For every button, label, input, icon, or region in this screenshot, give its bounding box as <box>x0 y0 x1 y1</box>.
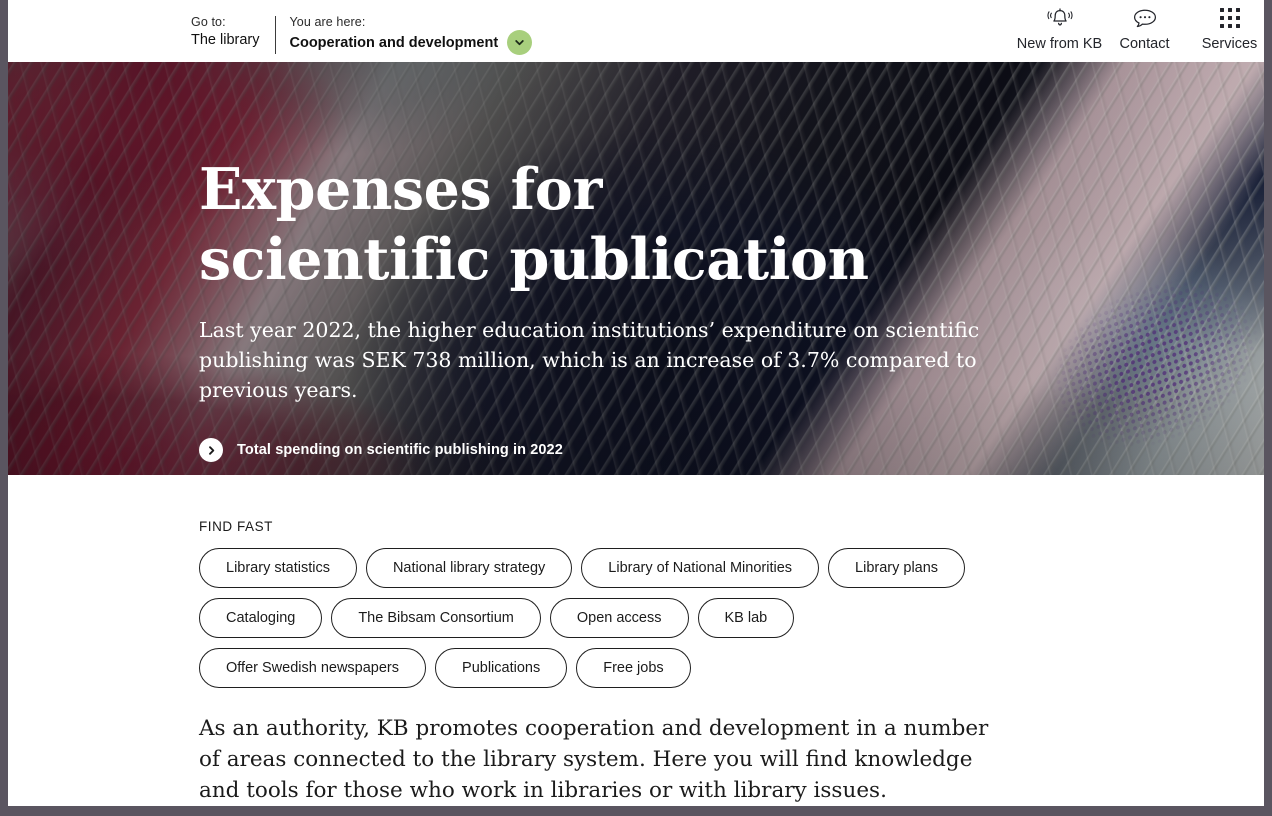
breadcrumb-here-kicker: You are here: <box>289 15 366 29</box>
breadcrumb-goto-kicker: Go to: <box>191 15 226 29</box>
chevron-down-icon[interactable] <box>507 30 533 55</box>
breadcrumb-current-page: Cooperation and development <box>289 34 499 51</box>
pill-library-statistics[interactable]: Library statistics <box>199 548 357 588</box>
pill-cataloging[interactable]: Cataloging <box>199 598 323 638</box>
page-viewport: Go to: The library You are here: Coopera… <box>8 0 1264 806</box>
utility-label-new-from-kb: New from KB <box>1016 36 1103 52</box>
site-header: Go to: The library You are here: Coopera… <box>8 0 1264 62</box>
intro-paragraph: As an authority, KB promotes cooperation… <box>199 716 989 803</box>
pill-kb-lab[interactable]: KB lab <box>697 598 795 638</box>
utility-label-services: Services <box>1201 36 1258 52</box>
pill-national-library-strategy[interactable]: National library strategy <box>365 548 573 588</box>
chevron-right-circle-icon <box>199 438 223 462</box>
breadcrumb-here-group: You are here: Cooperation and developmen… <box>290 15 533 55</box>
hero-content: Expenses for scientific publication Last… <box>199 155 1099 462</box>
pill-offer-swedish-newspapers[interactable]: Offer Swedish newspapers <box>199 648 427 688</box>
pill-open-access[interactable]: Open access <box>549 598 689 638</box>
hero-cta-link[interactable]: Total spending on scientific publishing … <box>199 438 563 462</box>
utility-navigation: New from KB Contact Services <box>1017 4 1264 53</box>
hero-cta-label: Total spending on scientific publishing … <box>237 442 563 458</box>
utility-item-services[interactable]: Services <box>1187 4 1264 53</box>
breadcrumb: Go to: The library You are here: Coopera… <box>191 15 533 55</box>
speech-bubble-icon <box>1131 4 1159 32</box>
breadcrumb-divider <box>274 16 276 54</box>
pill-library-plans[interactable]: Library plans <box>828 548 966 588</box>
utility-item-contact[interactable]: Contact <box>1102 4 1187 53</box>
pill-free-jobs[interactable]: Free jobs <box>576 648 691 688</box>
hero-subtitle: Last year 2022, the higher education ins… <box>199 318 980 402</box>
grid-apps-icon <box>1219 4 1240 32</box>
find-fast-pill-list: Library statistics National library stra… <box>199 548 1029 688</box>
pill-the-bibsam-consortium[interactable]: The Bibsam Consortium <box>331 598 541 638</box>
hero-banner: Expenses for scientific publication Last… <box>8 62 1264 475</box>
page-title: Expenses for scientific publication <box>199 156 869 293</box>
breadcrumb-goto-link[interactable]: The library <box>191 31 260 50</box>
browser-window-frame: Go to: The library You are here: Coopera… <box>0 0 1272 816</box>
find-fast-heading: FIND FAST <box>199 519 273 534</box>
utility-item-new-from-kb[interactable]: New from KB <box>1017 4 1102 53</box>
pill-publications[interactable]: Publications <box>435 648 568 688</box>
utility-label-contact: Contact <box>1119 36 1170 52</box>
bell-icon <box>1046 4 1073 32</box>
breadcrumb-goto-group[interactable]: Go to: The library <box>191 15 260 50</box>
pill-library-of-national-minorities[interactable]: Library of National Minorities <box>581 548 820 588</box>
